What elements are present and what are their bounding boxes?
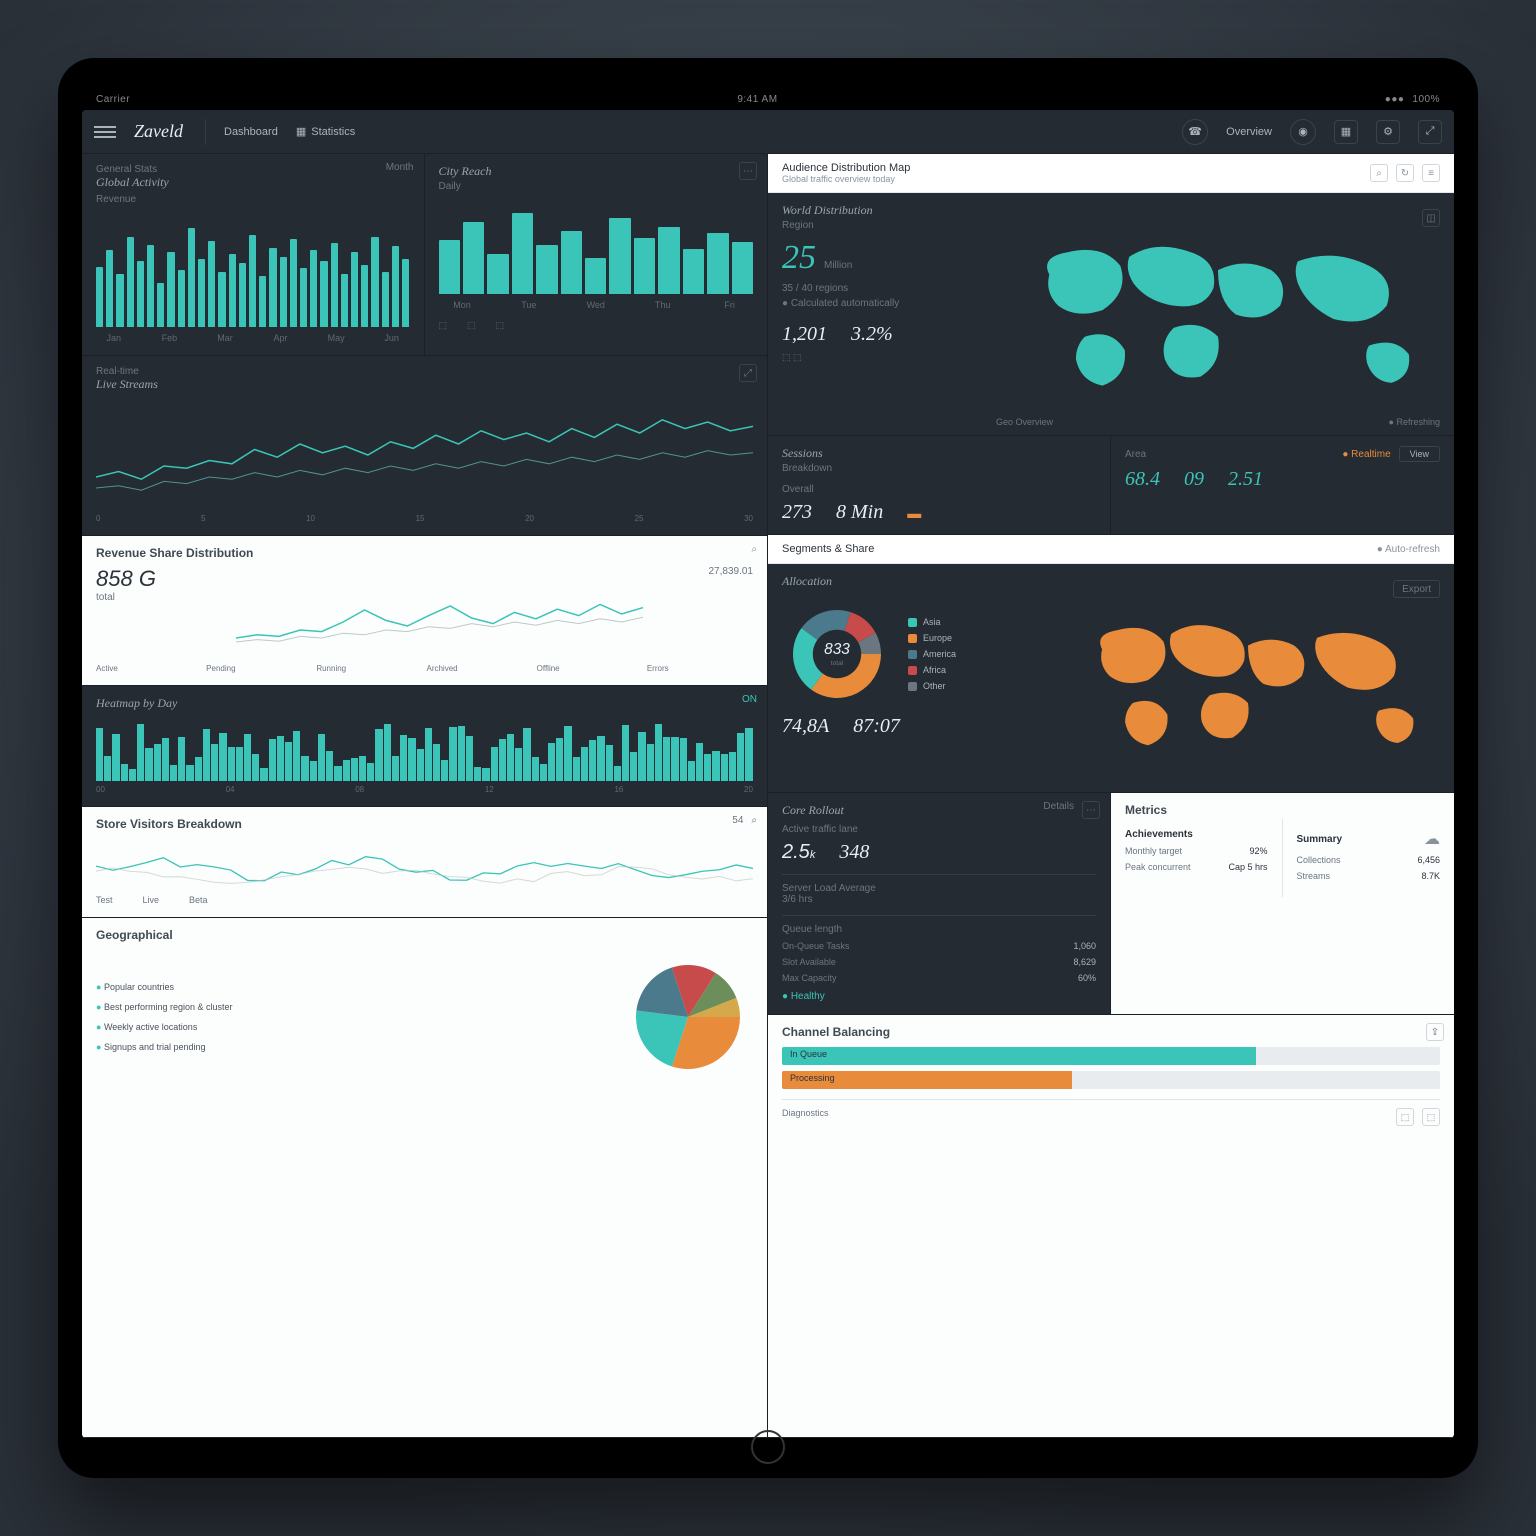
refresh-icon[interactable]: ↻ xyxy=(1396,164,1414,182)
search-icon[interactable]: ⌕ xyxy=(751,544,757,555)
bar-chart-global xyxy=(96,217,410,327)
cloud-icon[interactable]: ☁ xyxy=(1424,829,1440,849)
sb-carrier: Carrier xyxy=(96,94,130,105)
sb-battery: 100% xyxy=(1412,94,1440,105)
card-title: Metrics xyxy=(1125,803,1440,817)
topbar: Zaveld Dashboard ▦Statistics ☎ Overview … xyxy=(82,110,1454,154)
more-icon[interactable]: ≡ xyxy=(1422,164,1440,182)
card-title: Heatmap by Day xyxy=(96,696,753,711)
more-icon[interactable]: ⋯ xyxy=(739,162,757,180)
section-header-audience: Audience Distribution Map Global traffic… xyxy=(768,154,1454,193)
upload-icon[interactable]: ⇪ xyxy=(1426,1023,1444,1041)
card-heatmap-day: Heatmap by Day ON 000408121620 xyxy=(82,686,767,807)
card-channel-balancing: Channel Balancing ⇪ In QueueProcessing D… xyxy=(768,1015,1454,1438)
more-icon[interactable]: ⋯ xyxy=(1082,801,1100,819)
card-revenue-share: Revenue Share Distribution ⌕ 858 G total xyxy=(82,536,767,686)
card-global-activity: General Stats Global Activity Month Reve… xyxy=(82,154,425,356)
menu-icon[interactable] xyxy=(94,126,116,138)
action-icon[interactable]: ⬚ xyxy=(1422,1108,1440,1126)
sb-time: 9:41 AM xyxy=(737,94,777,105)
section-header-segments: Segments & Share ● Auto-refresh xyxy=(768,535,1454,564)
wifi-icon: ●●● xyxy=(1385,94,1405,105)
card-sessions: Sessions Breakdown Overall 273 8 Min ▬ xyxy=(768,436,1454,535)
nav-overview[interactable]: Overview xyxy=(1226,126,1272,138)
card-title: Store Visitors Breakdown xyxy=(96,817,753,831)
nav-dashboard[interactable]: Dashboard xyxy=(224,126,278,138)
card-city-reach: City Reach Daily ⋯ MonTueWedThuFri ⬚ ⬚ ⬚ xyxy=(425,154,768,356)
donut-chart: 833 total xyxy=(782,599,892,709)
section-title: Audience Distribution Map xyxy=(782,162,910,174)
phone-icon[interactable]: ☎ xyxy=(1182,119,1208,145)
export-button[interactable]: Export xyxy=(1393,580,1440,598)
dense-bar-chart xyxy=(96,721,753,781)
bar-chart-city xyxy=(439,204,754,294)
card-title: City Reach xyxy=(439,164,754,179)
view-button[interactable]: View xyxy=(1399,446,1440,462)
card-title: World Distribution xyxy=(782,203,982,218)
card-title: Allocation xyxy=(782,574,1042,589)
card-title: Geographical xyxy=(96,928,753,942)
action-icon[interactable]: ⬚ xyxy=(1396,1108,1414,1126)
chip[interactable]: ⬚ xyxy=(439,320,448,331)
line-chart-live xyxy=(96,400,753,510)
card-world-distribution: World Distribution Region 25 Million 35 … xyxy=(768,193,1454,436)
world-map-teal: ◫ Geo Overview ● Refreshing xyxy=(996,209,1440,429)
card-title: Global Activity xyxy=(96,175,410,190)
card-core-rollout: Core Rollout Details⋯ Active traffic lan… xyxy=(768,793,1111,1015)
mini-line-chart xyxy=(96,839,753,889)
user-icon[interactable]: ◉ xyxy=(1290,119,1316,145)
line-chart-revenue xyxy=(236,574,643,654)
nav-statistics[interactable]: ▦Statistics xyxy=(296,125,355,138)
card-title: Revenue Share Distribution xyxy=(96,546,753,560)
card-geographical: Geographical ● Popular countries● Best p… xyxy=(82,918,767,1438)
grid-icon[interactable]: ▦ xyxy=(1334,120,1358,144)
overline: General Stats xyxy=(96,164,410,175)
app-logo: Zaveld xyxy=(134,121,183,142)
svg-text:833: 833 xyxy=(824,641,850,658)
card-store-visitors: Store Visitors Breakdown 54⌕ TestLiveBet… xyxy=(82,807,767,918)
svg-text:total: total xyxy=(831,660,844,667)
pie-chart xyxy=(623,952,753,1082)
tablet-statusbar: Carrier 9:41 AM ●●● 100% xyxy=(82,88,1454,110)
chip[interactable]: ⬚ xyxy=(467,320,476,331)
search-icon[interactable]: ⌕ xyxy=(1370,164,1388,182)
card-title: Channel Balancing xyxy=(782,1025,1440,1039)
card-live-streams: Real-time Live Streams ⤢ 051015202530 xyxy=(82,356,767,536)
search-icon[interactable]: ⌕ xyxy=(751,815,757,826)
layers-icon[interactable]: ◫ xyxy=(1422,209,1440,227)
expand-icon[interactable]: ⤢ xyxy=(1418,120,1442,144)
card-metrics: Metrics Achievements Monthly target92%Pe… xyxy=(1111,793,1454,1015)
world-map-orange: Export xyxy=(1056,580,1440,780)
settings-icon[interactable]: ⚙ xyxy=(1376,120,1400,144)
card-title: Live Streams xyxy=(96,377,753,392)
expand-icon[interactable]: ⤢ xyxy=(739,364,757,382)
card-allocation: Allocation 833total AsiaEuropeAmericaAfr… xyxy=(768,564,1454,793)
card-title: Sessions xyxy=(782,446,1096,461)
chip[interactable]: ⬚ xyxy=(496,320,505,331)
